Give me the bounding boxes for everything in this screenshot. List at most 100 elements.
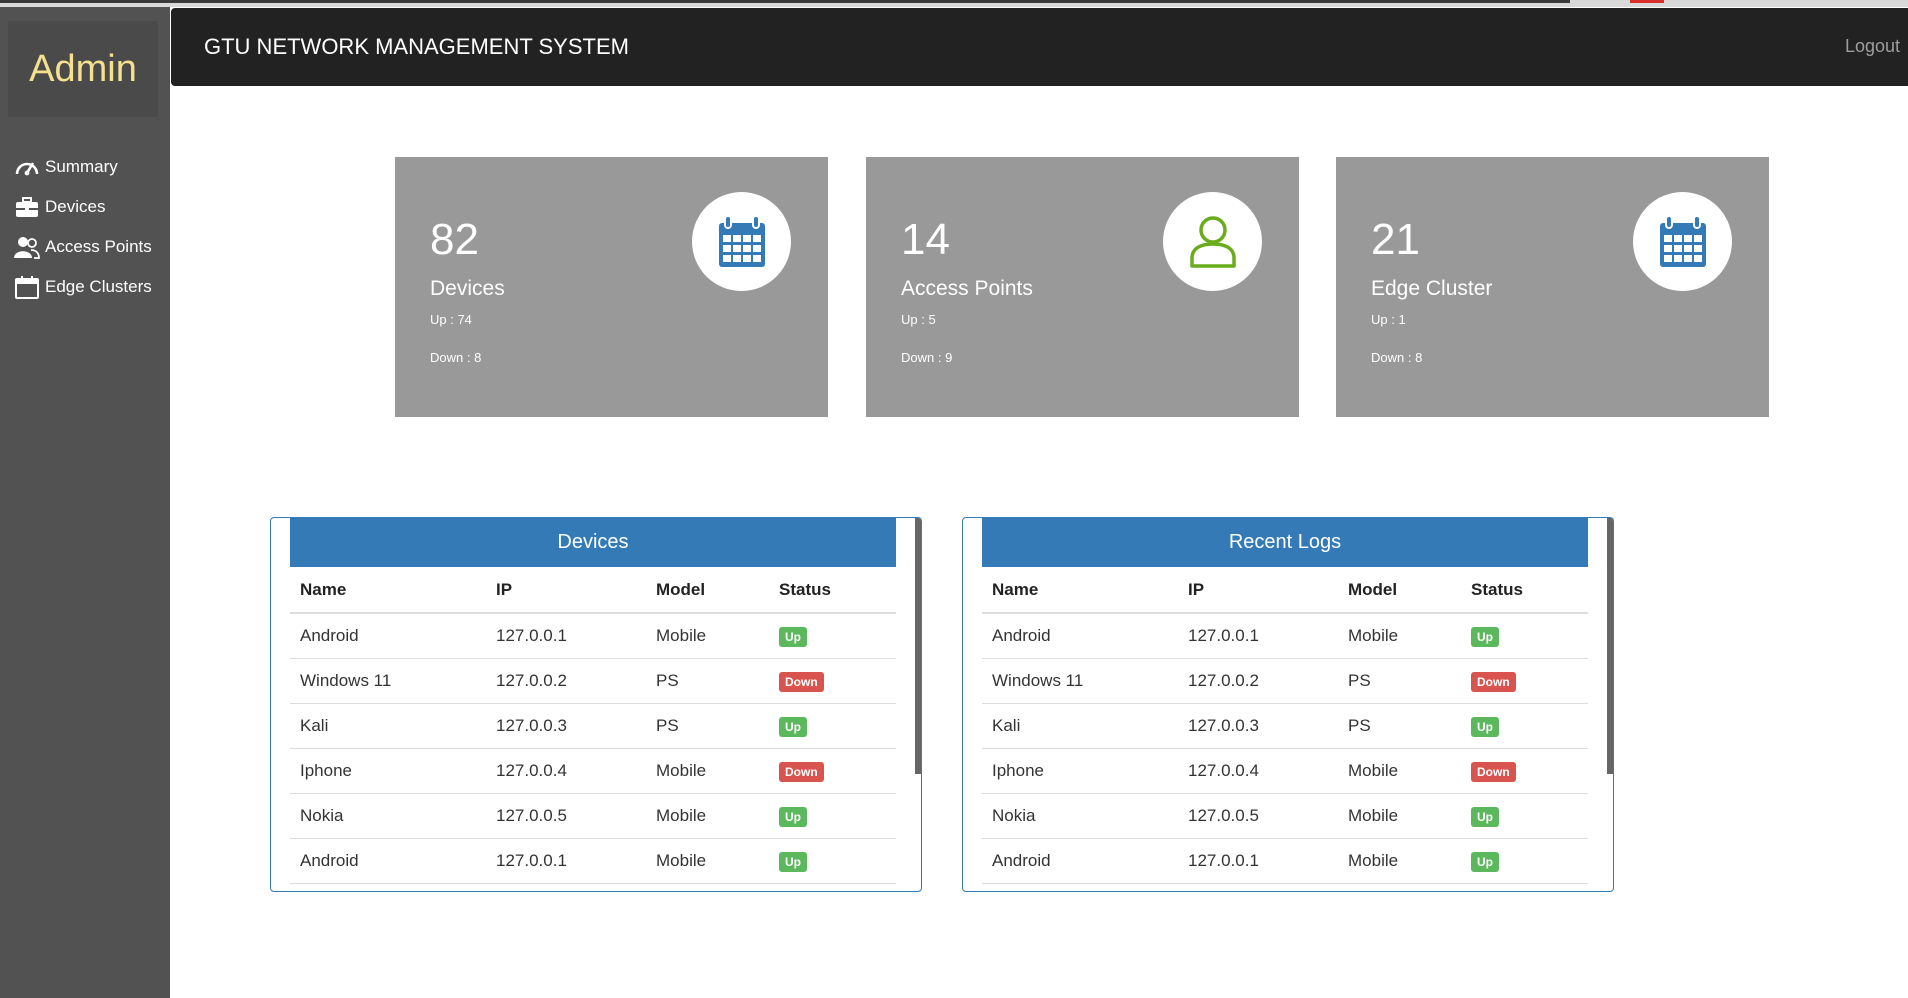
card-label: Edge Cluster [1371, 277, 1493, 300]
table-row[interactable]: Android 127.0.0.1 Mobile Up [290, 613, 896, 659]
status-badge: Up [779, 716, 807, 737]
sidebar-item-label: Edge Clusters [45, 277, 152, 296]
recent-logs-table: Name IP Model Status Android 127.0.0.1 M… [982, 568, 1588, 884]
cell-ip: 127.0.0.1 [486, 838, 646, 884]
card-label: Access Points [901, 277, 1033, 300]
cell-name: Iphone [982, 748, 1178, 794]
cell-model: Mobile [646, 793, 769, 839]
brand-box[interactable]: Admin [8, 21, 158, 117]
table-row[interactable]: Android 127.0.0.1 Mobile Up [982, 613, 1588, 659]
recent-logs-panel: Recent Logs Name IP Model Status Android… [962, 517, 1614, 892]
cell-ip: 127.0.0.4 [486, 748, 646, 794]
card-count: 21 [1371, 215, 1420, 264]
cell-model: Mobile [646, 748, 769, 794]
status-badge: Up [779, 626, 807, 647]
table-row[interactable]: Android 127.0.0.1 Mobile Up [290, 838, 896, 884]
cell-status: Up [1461, 613, 1588, 659]
card-up-count: Up : 1 [1371, 312, 1406, 327]
table-row[interactable]: Windows 11 127.0.0.2 PS Down [982, 658, 1588, 704]
cell-ip: 127.0.0.3 [1178, 703, 1338, 749]
summary-card-access-points[interactable]: 14 Access Points Up : 5 Down : 9 [866, 157, 1299, 417]
sidebar-item-label: Access Points [45, 237, 152, 256]
column-header-model[interactable]: Model [1338, 568, 1461, 614]
app-title: GTU NETWORK MANAGEMENT SYSTEM [204, 34, 629, 59]
cell-name: Nokia [290, 793, 486, 839]
card-icon-circle [1633, 192, 1732, 291]
sidebar-item-devices[interactable]: Devices [0, 187, 170, 227]
cell-model: Mobile [1338, 613, 1461, 659]
table-header-row: Name IP Model Status [290, 568, 896, 614]
cell-ip: 127.0.0.2 [1178, 658, 1338, 704]
status-badge: Up [779, 806, 807, 827]
cell-name: Kali [290, 703, 486, 749]
panel-title: Devices [290, 518, 896, 567]
summary-card-devices[interactable]: 82 Devices Up : 74 Down : 8 [395, 157, 828, 417]
sidebar-item-summary[interactable]: Summary [0, 147, 170, 187]
briefcase-icon [16, 197, 38, 217]
brand-title: Admin [29, 47, 137, 90]
status-badge: Up [1471, 851, 1499, 872]
top-strip-bar [0, 0, 1570, 3]
cell-model: PS [646, 658, 769, 704]
column-header-name[interactable]: Name [290, 568, 486, 614]
status-badge: Up [1471, 626, 1499, 647]
card-up-count: Up : 74 [430, 312, 472, 327]
cell-ip: 127.0.0.2 [486, 658, 646, 704]
cell-model: Mobile [646, 613, 769, 659]
card-down-count: Down : 8 [430, 350, 482, 365]
cell-name: Android [982, 613, 1178, 659]
column-header-status[interactable]: Status [1461, 568, 1588, 614]
table-row[interactable]: Iphone 127.0.0.4 Mobile Down [982, 748, 1588, 794]
table-row[interactable]: Android 127.0.0.1 Mobile Up [982, 838, 1588, 884]
table-row[interactable]: Nokia 127.0.0.5 Mobile Up [982, 793, 1588, 839]
sidebar: Admin Summary Devices Access Points Edge… [0, 7, 170, 998]
cell-model: Mobile [646, 838, 769, 884]
column-header-model[interactable]: Model [646, 568, 769, 614]
panel-scrollbar[interactable] [915, 518, 921, 774]
card-count: 14 [901, 215, 950, 264]
users-icon [14, 237, 40, 259]
card-up-count: Up : 5 [901, 312, 936, 327]
cell-status: Down [1461, 748, 1588, 794]
card-down-count: Down : 8 [1371, 350, 1423, 365]
logout-link[interactable]: Logout [1845, 36, 1900, 57]
devices-panel: Devices Name IP Model Status Android 127… [270, 517, 922, 892]
cell-ip: 127.0.0.1 [1178, 838, 1338, 884]
cell-status: Down [769, 658, 896, 704]
cell-ip: 127.0.0.5 [486, 793, 646, 839]
card-icon-circle [692, 192, 791, 291]
cell-ip: 127.0.0.3 [486, 703, 646, 749]
status-badge: Down [779, 761, 824, 782]
column-header-name[interactable]: Name [982, 568, 1178, 614]
cell-model: Mobile [1338, 793, 1461, 839]
summary-card-edge-cluster[interactable]: 21 Edge Cluster Up : 1 Down : 8 [1336, 157, 1769, 417]
table-row[interactable]: Kali 127.0.0.3 PS Up [982, 703, 1588, 749]
cell-status: Up [769, 703, 896, 749]
cell-ip: 127.0.0.1 [1178, 613, 1338, 659]
cell-model: PS [1338, 703, 1461, 749]
table-row[interactable]: Nokia 127.0.0.5 Mobile Up [290, 793, 896, 839]
table-row[interactable]: Kali 127.0.0.3 PS Up [290, 703, 896, 749]
panel-scrollbar[interactable] [1607, 518, 1613, 774]
top-strip-marker [1630, 0, 1664, 3]
table-header-row: Name IP Model Status [982, 568, 1588, 614]
card-label: Devices [430, 277, 505, 300]
column-header-status[interactable]: Status [769, 568, 896, 614]
cell-status: Up [769, 613, 896, 659]
cell-name: Android [982, 838, 1178, 884]
column-header-ip[interactable]: IP [1178, 568, 1338, 614]
sidebar-item-edge-clusters[interactable]: Edge Clusters [0, 267, 170, 307]
cell-name: Kali [982, 703, 1178, 749]
column-header-ip[interactable]: IP [486, 568, 646, 614]
card-count: 82 [430, 215, 479, 264]
sidebar-item-label: Summary [45, 157, 118, 176]
dashboard-icon [15, 162, 39, 176]
table-row[interactable]: Windows 11 127.0.0.2 PS Down [290, 658, 896, 704]
cell-name: Windows 11 [982, 658, 1178, 704]
top-navbar: GTU NETWORK MANAGEMENT SYSTEM Logout [171, 8, 1908, 86]
cell-model: Mobile [1338, 838, 1461, 884]
sidebar-item-access-points[interactable]: Access Points [0, 227, 170, 267]
card-down-count: Down : 9 [901, 350, 953, 365]
panel-title: Recent Logs [982, 518, 1588, 567]
table-row[interactable]: Iphone 127.0.0.4 Mobile Down [290, 748, 896, 794]
